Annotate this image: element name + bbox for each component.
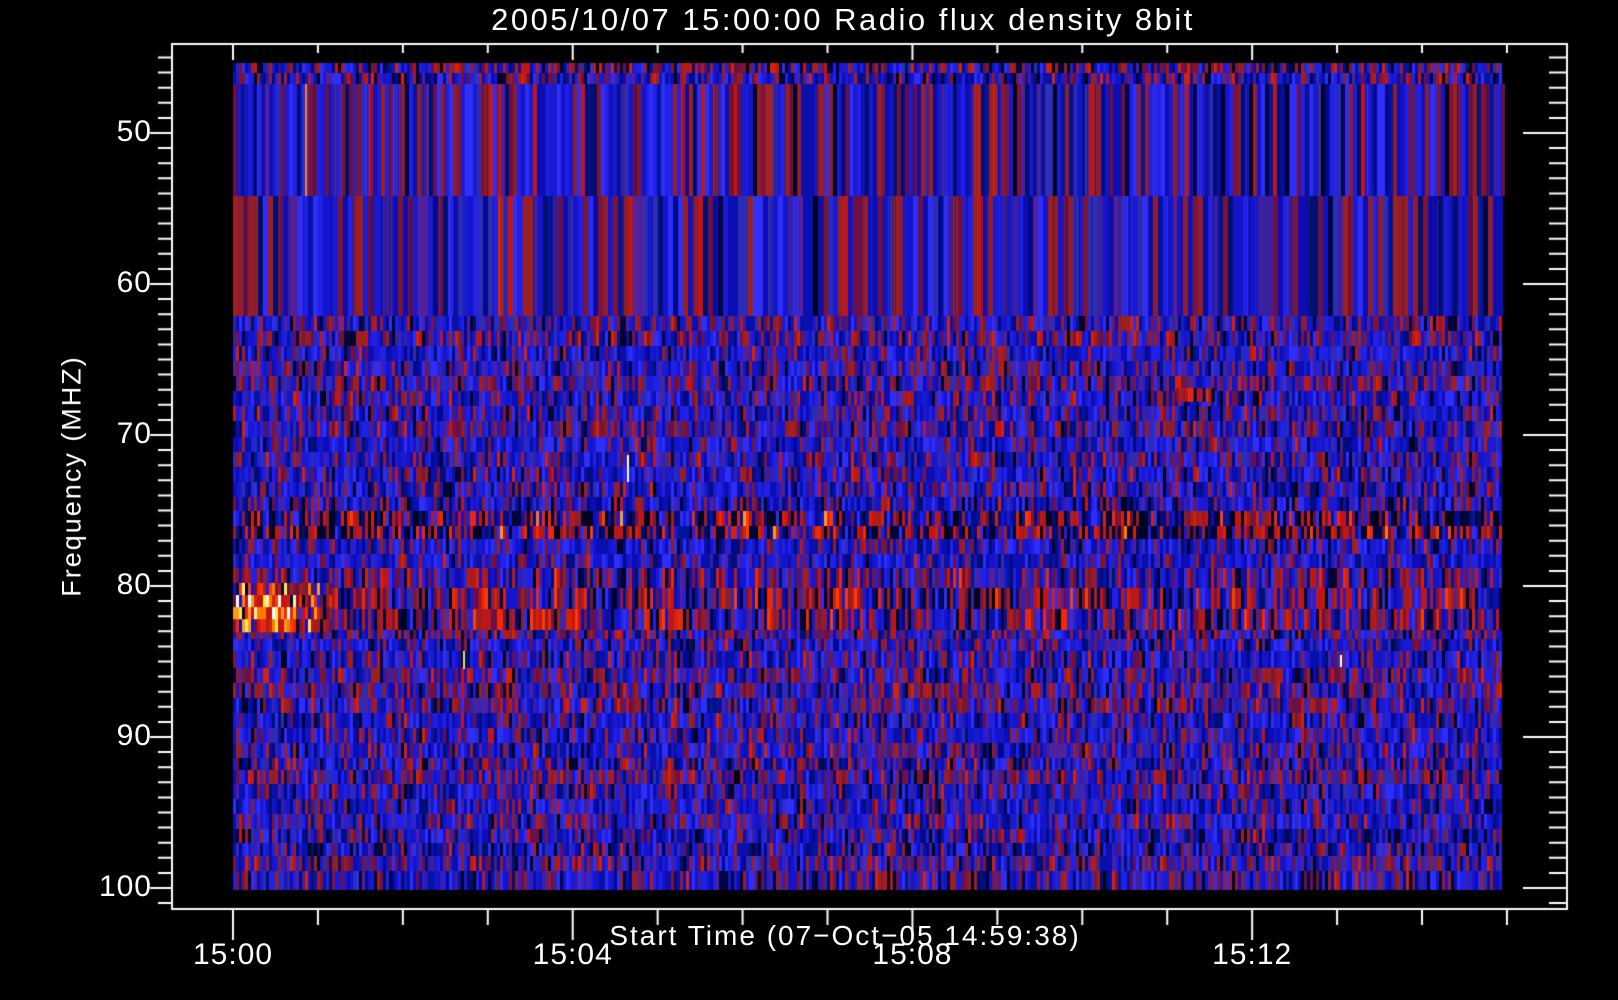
y-tick-label: 70 bbox=[116, 417, 152, 450]
y-axis-title: Frequency (MHZ) bbox=[56, 355, 87, 597]
y-tick-label: 50 bbox=[116, 115, 152, 148]
y-tick-label: 60 bbox=[116, 266, 152, 299]
spectrogram-canvas bbox=[0, 0, 1618, 1000]
x-axis-title: Start Time (07−Oct−05 14:59:38) bbox=[609, 920, 1081, 951]
y-tick-label: 80 bbox=[116, 568, 152, 601]
y-tick-label: 100 bbox=[98, 870, 152, 903]
chart-title: 2005/10/07 15:00:00 Radio flux density 8… bbox=[491, 2, 1195, 37]
spectrogram-page: 2005/10/07 15:00:00 Radio flux density 8… bbox=[0, 0, 1618, 1000]
x-tick-label: 15:12 bbox=[1212, 938, 1293, 971]
x-tick-label: 15:04 bbox=[532, 938, 613, 971]
x-tick-label: 15:00 bbox=[192, 938, 274, 971]
y-tick-label: 90 bbox=[116, 719, 152, 752]
x-tick-label: 15:08 bbox=[872, 938, 953, 971]
